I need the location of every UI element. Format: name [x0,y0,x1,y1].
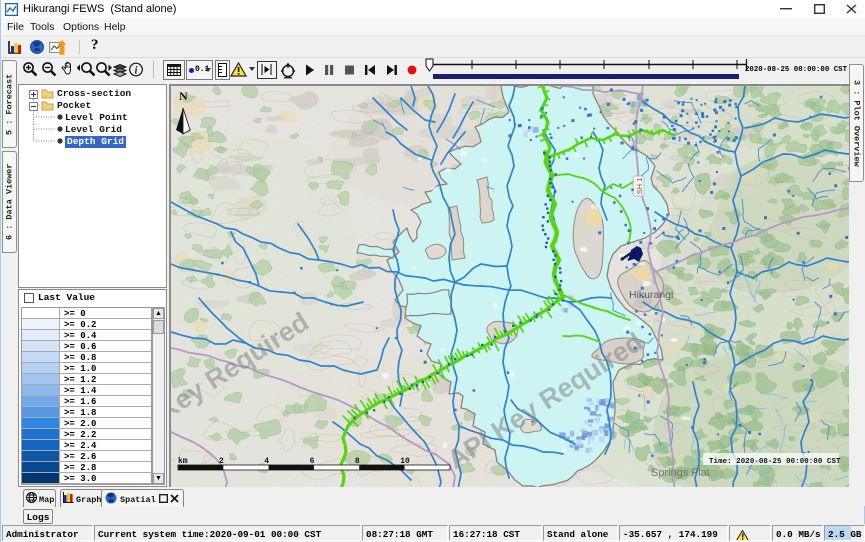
svg-text:SH 1: SH 1 [635,178,644,195]
svg-text:N: N [179,89,188,103]
svg-text:Hikurangi: Hikurangi [629,289,673,301]
svg-text:Time: 2020-08-25 00:00:00 CST: Time: 2020-08-25 00:00:00 CST [709,458,841,466]
svg-text:i: i [135,66,138,77]
svg-text:Springs Flat: Springs Flat [651,467,710,479]
